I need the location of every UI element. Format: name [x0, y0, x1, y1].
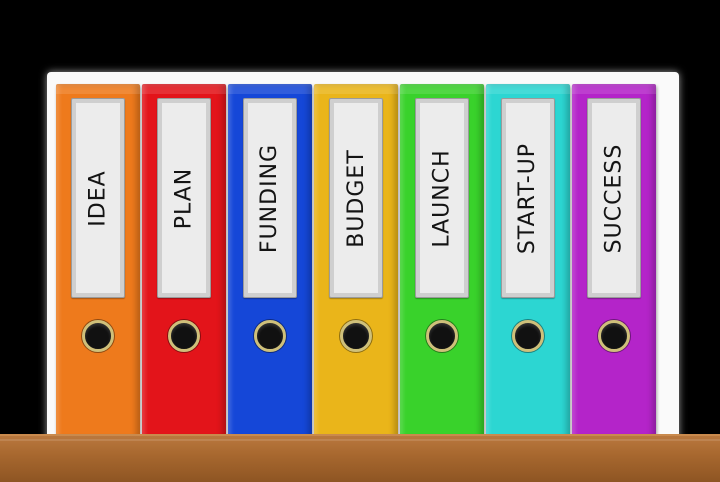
- spine-label-text: SUCCESS: [601, 143, 627, 253]
- finger-hole-ring: [512, 320, 544, 352]
- spine-label: START-UP: [506, 103, 550, 293]
- spine-label-frame: SUCCESS: [587, 98, 641, 298]
- finger-hole-ring: [598, 320, 630, 352]
- spine-label: SUCCESS: [592, 103, 636, 293]
- spine-label-frame: IDEA: [71, 98, 125, 298]
- binder-plan: PLAN: [142, 84, 226, 439]
- finger-hole-ring: [82, 320, 114, 352]
- spine-label: PLAN: [162, 103, 206, 293]
- binder-start-up: START-UP: [486, 84, 570, 439]
- spine-label-frame: START-UP: [501, 98, 555, 298]
- spine-label: BUDGET: [334, 103, 378, 293]
- spine-label-text: IDEA: [85, 169, 111, 227]
- binder-funding: FUNDING: [228, 84, 312, 439]
- spine-label: FUNDING: [248, 103, 292, 293]
- finger-hole-ring: [254, 320, 286, 352]
- spine-label-frame: PLAN: [157, 98, 211, 298]
- spine-label: IDEA: [76, 103, 120, 293]
- spine-label-text: LAUNCH: [429, 148, 455, 248]
- spine-label-text: FUNDING: [257, 143, 283, 253]
- spine-label-frame: FUNDING: [243, 98, 297, 298]
- spine-label-frame: LAUNCH: [415, 98, 469, 298]
- finger-hole-ring: [168, 320, 200, 352]
- finger-hole-ring: [340, 320, 372, 352]
- binder-row: IDEA PLAN FUNDING BUDGET LAUNCH START-UP…: [0, 0, 720, 480]
- binder-success: SUCCESS: [572, 84, 656, 439]
- spine-label-text: PLAN: [171, 167, 197, 229]
- binder-launch: LAUNCH: [400, 84, 484, 439]
- spine-label-text: START-UP: [515, 142, 541, 254]
- spine-label: LAUNCH: [420, 103, 464, 293]
- binder-budget: BUDGET: [314, 84, 398, 439]
- wooden-shelf: [0, 434, 720, 482]
- spine-label-text: BUDGET: [343, 148, 369, 248]
- binder-idea: IDEA: [56, 84, 140, 439]
- spine-label-frame: BUDGET: [329, 98, 383, 298]
- finger-hole-ring: [426, 320, 458, 352]
